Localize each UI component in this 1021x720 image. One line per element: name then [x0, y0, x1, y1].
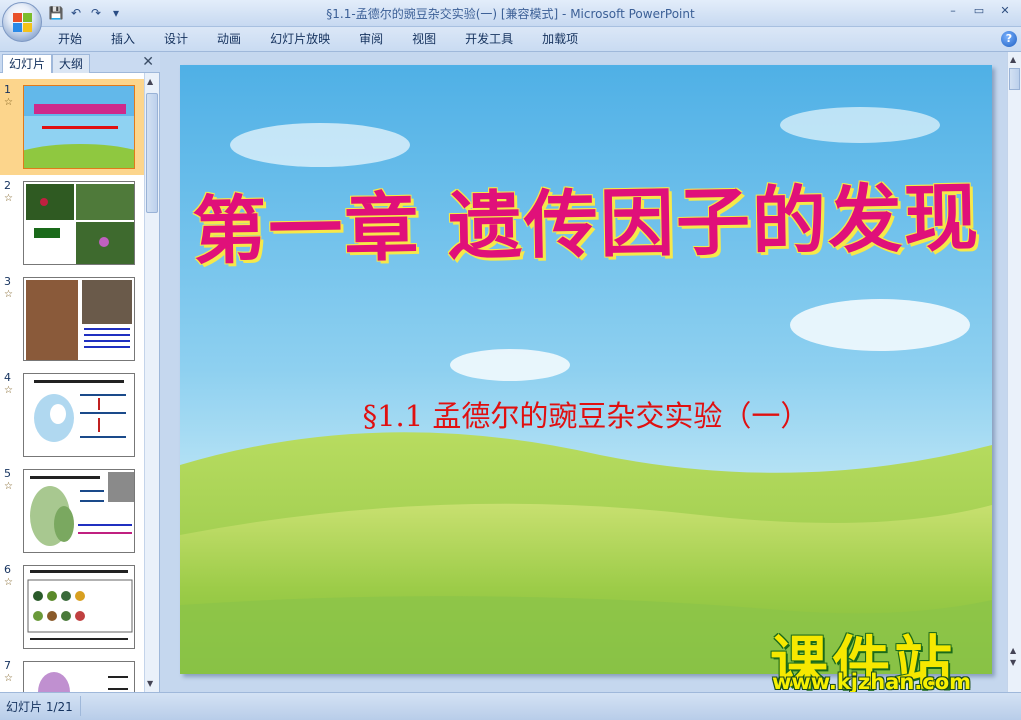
thumbnail-number: 6	[4, 563, 11, 576]
status-divider	[80, 696, 81, 716]
animation-star-icon: ☆	[4, 577, 13, 588]
pane-close-icon[interactable]: ✕	[142, 54, 154, 70]
thumbnail-number: 5	[4, 467, 11, 480]
slide-count: 幻灯片 1/21	[6, 700, 73, 714]
window-controls: – ▭ ✕	[941, 2, 1017, 20]
slide-thumbnail-image	[23, 469, 135, 553]
thumbnail-2[interactable]: 2 ☆	[0, 175, 144, 271]
maximize-button[interactable]: ▭	[967, 2, 991, 20]
slide-thumbnail-image	[23, 373, 135, 457]
status-bar: 幻灯片 1/21	[0, 692, 1021, 720]
current-slide[interactable]: 第一章 遗传因子的发现 §1.1 孟德尔的豌豆杂交实验（一）	[180, 65, 992, 674]
tab-addins[interactable]: 加载项	[542, 31, 591, 47]
thumbnail-number: 3	[4, 275, 11, 288]
tab-developer[interactable]: 开发工具	[465, 31, 526, 47]
thumbnail-3[interactable]: 3 ☆	[0, 271, 144, 367]
pane-tabs: 幻灯片 大纲 ✕	[0, 52, 160, 73]
next-slide-icon[interactable]: ▼	[1010, 658, 1016, 667]
animation-star-icon: ☆	[4, 97, 13, 108]
thumbnail-1[interactable]: 1 ☆	[0, 79, 144, 175]
slide-subtitle[interactable]: §1.1 孟德尔的豌豆杂交实验（一）	[180, 393, 992, 435]
tab-insert[interactable]: 插入	[111, 31, 148, 47]
tab-design[interactable]: 设计	[164, 31, 201, 47]
help-icon[interactable]: ?	[1001, 31, 1017, 47]
window-title: §1.1-孟德尔的豌豆杂交实验(一) [兼容模式] - Microsoft Po…	[326, 7, 695, 21]
tab-review[interactable]: 审阅	[359, 31, 396, 47]
tab-home[interactable]: 开始	[58, 31, 95, 47]
slide-thumbnail-image	[23, 277, 135, 361]
office-logo-icon	[13, 13, 33, 33]
scroll-thumb[interactable]	[1009, 68, 1020, 90]
slide-thumbnail-image	[23, 181, 135, 265]
office-button[interactable]	[2, 2, 42, 42]
thumbnail-number: 7	[4, 659, 11, 672]
thumbnail-list[interactable]: 1 ☆ 2 ☆ 3 ☆ 4 ☆ 5 ☆ 6 ☆ 7 ☆	[0, 73, 144, 692]
slide-scrollbar[interactable]: ▲ ▲ ▼	[1007, 52, 1021, 692]
thumbnail-5[interactable]: 5 ☆	[0, 463, 144, 559]
slide-title[interactable]: 第一章 遗传因子的发现	[180, 158, 992, 279]
thumbnail-4[interactable]: 4 ☆	[0, 367, 144, 463]
slide-editing-area: 第一章 遗传因子的发现 §1.1 孟德尔的豌豆杂交实验（一）	[161, 52, 1007, 692]
thumbnail-6[interactable]: 6 ☆	[0, 559, 144, 655]
thumbnail-number: 2	[4, 179, 11, 192]
thumbnail-number: 1	[4, 83, 11, 96]
scroll-up-icon[interactable]: ▲	[1010, 55, 1016, 64]
scroll-down-icon[interactable]: ▼	[147, 679, 153, 688]
slide-thumbnail-image	[23, 661, 135, 692]
tab-view[interactable]: 视图	[412, 31, 449, 47]
title-bar: 💾 ↶ ↷ ▾ §1.1-孟德尔的豌豆杂交实验(一) [兼容模式] - Micr…	[0, 0, 1021, 42]
minimize-button[interactable]: –	[941, 2, 965, 20]
animation-star-icon: ☆	[4, 193, 13, 204]
scroll-thumb[interactable]	[146, 93, 158, 213]
slide-background-image	[180, 65, 992, 674]
animation-star-icon: ☆	[4, 289, 13, 300]
prev-slide-icon[interactable]: ▲	[1010, 646, 1016, 655]
tab-slides[interactable]: 幻灯片	[2, 54, 53, 73]
thumbnail-7[interactable]: 7 ☆	[0, 655, 144, 692]
slide-thumbnail-image	[23, 85, 135, 169]
scroll-up-icon[interactable]: ▲	[147, 77, 153, 86]
ribbon-tabs: 开始 插入 设计 动画 幻灯片放映 审阅 视图 开发工具 加载项	[58, 31, 607, 47]
thumbnail-scrollbar[interactable]: ▲ ▼	[144, 73, 159, 692]
animation-star-icon: ☆	[4, 673, 13, 684]
watermark-url: www.kjzhan.com	[772, 670, 972, 694]
animation-star-icon: ☆	[4, 481, 13, 492]
tab-animation[interactable]: 动画	[217, 31, 254, 47]
tab-outline[interactable]: 大纲	[52, 54, 91, 73]
slide-thumbnail-image	[23, 565, 135, 649]
ribbon: 开始 插入 设计 动画 幻灯片放映 审阅 视图 开发工具 加载项 ?	[0, 27, 1021, 52]
tab-slideshow[interactable]: 幻灯片放映	[270, 31, 343, 47]
animation-star-icon: ☆	[4, 385, 13, 396]
slides-pane: 幻灯片 大纲 ✕ 1 ☆ 2 ☆ 3 ☆ 4 ☆ 5 ☆ 6 ☆ 7 ☆ ▲ ▼	[0, 52, 160, 692]
close-button[interactable]: ✕	[993, 2, 1017, 20]
thumbnail-number: 4	[4, 371, 11, 384]
